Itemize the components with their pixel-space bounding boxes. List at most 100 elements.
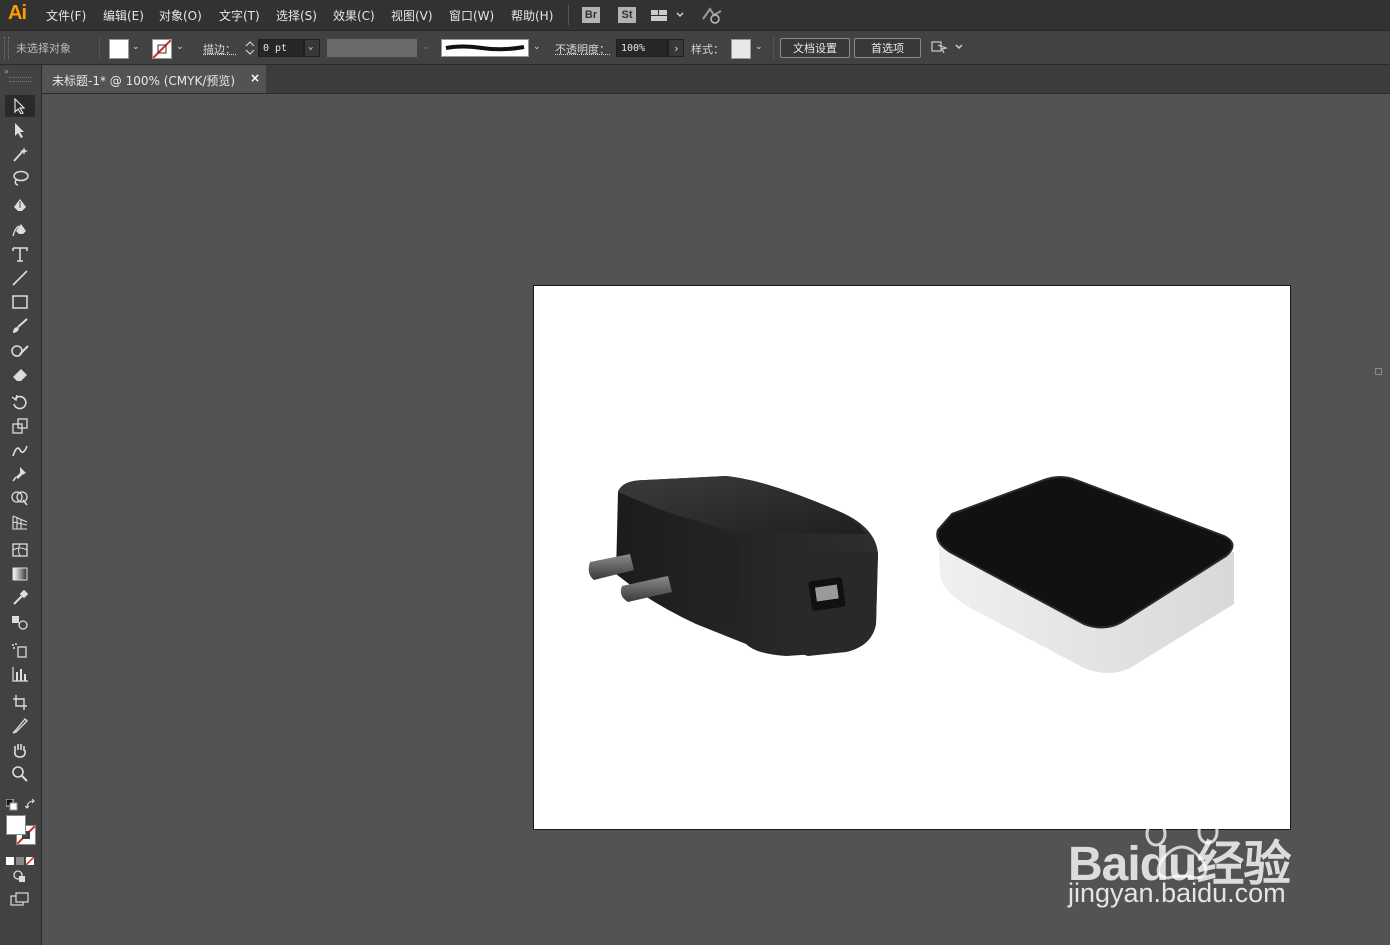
power-bank-image[interactable] (934, 472, 1240, 676)
perspective-grid-tool[interactable] (5, 511, 35, 533)
tools-panel: » (0, 65, 42, 945)
pen-nib-icon (14, 199, 26, 211)
control-bar-grip[interactable] (4, 37, 9, 59)
drawing-mode-icon[interactable] (12, 868, 28, 887)
menu-divider (568, 5, 569, 25)
eyedropper-icon (13, 590, 29, 605)
chevron-down-icon[interactable]: ⌄ (132, 42, 140, 52)
selection-tool[interactable] (5, 95, 35, 117)
shape-builder-tool[interactable] (5, 487, 35, 509)
usb-charger-image[interactable] (586, 474, 886, 664)
blend-tool[interactable] (5, 611, 35, 633)
gpu-performance-icon (702, 7, 722, 24)
lasso-tool[interactable] (5, 167, 35, 189)
menu-effect[interactable]: 效果(C) (333, 7, 375, 24)
app-logo: Ai (8, 2, 27, 24)
mesh-icon (12, 543, 28, 557)
chevron-right-icon: › (673, 42, 680, 55)
bridge-button[interactable]: Br (582, 7, 600, 23)
menu-file[interactable]: 文件(F) (46, 7, 86, 24)
arrange-documents-button[interactable] (930, 38, 966, 60)
panel-grip[interactable] (9, 77, 31, 82)
default-colors-icon[interactable] (5, 796, 18, 815)
chevron-down-icon: ⌄ (308, 42, 314, 52)
sync-button[interactable] (700, 5, 724, 29)
artboard-tool[interactable] (5, 691, 35, 713)
swap-colors-icon[interactable] (24, 796, 37, 815)
opacity-label[interactable]: 不透明度： (555, 41, 610, 57)
menu-type[interactable]: 文字(T) (219, 7, 260, 24)
document-tab[interactable]: 未标题-1* @ 100% (CMYK/预览) × (42, 65, 266, 93)
preferences-button[interactable]: 首选项 (854, 38, 921, 58)
zoom-tool[interactable] (5, 763, 35, 785)
brush-stroke-icon (445, 44, 525, 52)
column-graph-tool[interactable] (5, 663, 35, 685)
chevron-down-icon[interactable]: ⌄ (176, 42, 184, 52)
direct-selection-tool[interactable] (5, 119, 35, 141)
opacity-expand[interactable]: › (668, 39, 684, 57)
shape-builder-icon (11, 491, 28, 506)
baidu-jingyan-watermark: Baidu经验 jingyan.baidu.com (1066, 790, 1386, 920)
symbol-sprayer-tool[interactable] (5, 639, 35, 661)
menu-bar: Ai 文件(F) 编辑(E) 对象(O) 文字(T) 选择(S) 效果(C) 视… (0, 0, 1390, 31)
line-segment-tool[interactable] (5, 267, 35, 289)
lasso-icon (13, 170, 29, 186)
warp-tool[interactable] (5, 439, 35, 461)
fill-color-box[interactable] (6, 815, 26, 835)
magic-wand-tool[interactable] (5, 143, 35, 165)
workspace-switcher[interactable] (651, 8, 685, 27)
opacity-input[interactable]: 100% (616, 39, 668, 57)
rotate-tool[interactable] (5, 391, 35, 413)
symbol-sprayer-icon (12, 643, 27, 658)
stroke-label[interactable]: 描边： (203, 41, 236, 57)
perspective-grid-icon (12, 515, 28, 530)
chevron-down-icon[interactable]: ⌄ (755, 42, 763, 52)
stroke-weight-input[interactable]: 0 pt (258, 39, 304, 57)
magic-wand-icon (13, 147, 28, 162)
slice-tool[interactable] (5, 715, 35, 737)
canvas-anchor-marker (1375, 368, 1382, 375)
workspace-grid-icon (651, 10, 684, 21)
stroke-stepper[interactable] (244, 39, 256, 57)
menu-view[interactable]: 视图(V) (391, 7, 433, 24)
graphic-style-swatch[interactable] (731, 39, 751, 59)
menu-window[interactable]: 窗口(W) (449, 7, 494, 24)
mesh-tool[interactable] (5, 539, 35, 561)
type-tool[interactable] (5, 243, 35, 265)
chevron-down-icon[interactable]: ⌄ (533, 42, 541, 52)
menu-edit[interactable]: 编辑(E) (103, 7, 144, 24)
curvature-tool[interactable] (5, 219, 35, 241)
paintbrush-tool[interactable] (5, 315, 35, 337)
stock-button[interactable]: St (618, 7, 636, 23)
shaper-icon (11, 345, 29, 357)
collapse-panel-icon[interactable]: » (4, 67, 9, 76)
stroke-swatch[interactable] (152, 39, 172, 59)
eyedropper-tool[interactable] (5, 587, 35, 609)
scale-tool[interactable] (5, 415, 35, 437)
divider (99, 37, 100, 59)
artboard[interactable] (533, 285, 1291, 830)
brush-definition[interactable] (441, 39, 529, 57)
hand-tool[interactable] (5, 739, 35, 761)
direct-select-icon (15, 123, 24, 138)
menu-help[interactable]: 帮助(H) (511, 7, 553, 24)
document-setup-button[interactable]: 文档设置 (780, 38, 850, 58)
menu-object[interactable]: 对象(O) (159, 7, 202, 24)
style-label: 样式： (691, 43, 724, 56)
close-icon[interactable]: × (250, 71, 260, 85)
scale-icon (12, 418, 28, 434)
rotate-icon (11, 394, 27, 410)
screen-mode-icon[interactable] (10, 891, 30, 910)
selection-status: 未选择对象 (16, 42, 71, 55)
rectangle-tool[interactable] (5, 291, 35, 313)
fill-swatch[interactable] (109, 39, 129, 59)
variable-width-profile[interactable] (327, 39, 417, 57)
stroke-weight-dropdown[interactable]: ⌄ (304, 39, 320, 57)
gradient-tool[interactable] (5, 563, 35, 585)
pen-tool[interactable] (5, 195, 35, 217)
puppet-warp-tool[interactable] (5, 463, 35, 485)
menu-select[interactable]: 选择(S) (276, 7, 317, 24)
chevron-down-icon[interactable]: ⌄ (422, 42, 430, 52)
eraser-tool[interactable] (5, 363, 35, 385)
shaper-tool[interactable] (5, 339, 35, 361)
